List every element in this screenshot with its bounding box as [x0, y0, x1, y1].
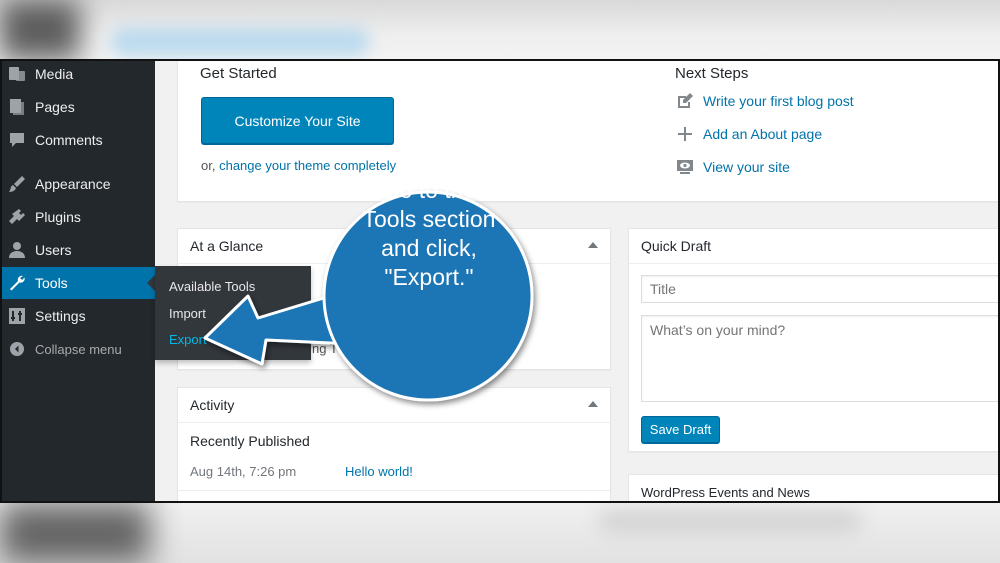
- callout-line: and click,: [381, 235, 477, 261]
- callout-line: Go to the: [381, 177, 477, 203]
- callout-line: Tools section: [362, 206, 496, 232]
- callout-text: Go to the Tools section and click, "Expo…: [340, 176, 518, 292]
- callout-line: "Export.": [384, 264, 474, 290]
